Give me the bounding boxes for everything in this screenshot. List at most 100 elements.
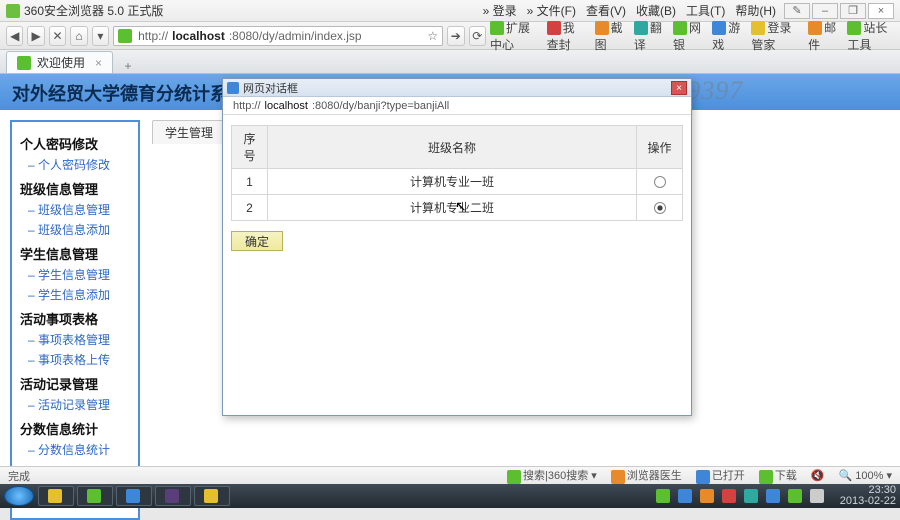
task-eclipse[interactable] xyxy=(155,486,191,506)
ie-icon xyxy=(126,489,140,503)
menu-tools[interactable]: 工具(T) xyxy=(686,2,725,19)
nav-toolbar: ◀ ▶ ✕ ⌂ ▾ http://localhost:8080/dy/admin… xyxy=(0,22,900,50)
sale-icon xyxy=(547,21,561,35)
th-classname: 班级名称 xyxy=(268,126,637,169)
cell-index: 1 xyxy=(232,169,268,195)
sidebar-item-student-add[interactable]: 学生信息添加 xyxy=(28,286,130,303)
go-button[interactable]: ➔ xyxy=(447,26,464,46)
task-folder[interactable] xyxy=(194,486,230,506)
sidebar-item-class-add[interactable]: 班级信息添加 xyxy=(28,221,130,238)
stop-button[interactable]: ✕ xyxy=(49,26,66,46)
ext-zhanzhang[interactable]: 站长工具 xyxy=(847,19,894,53)
ext-jietu[interactable]: 截图 xyxy=(595,19,624,53)
content-tab-student[interactable]: 学生管理 xyxy=(152,120,226,144)
clock-date: 2013-02-22 xyxy=(840,496,896,507)
tray-icon-3[interactable] xyxy=(700,489,714,503)
tab-strip: 欢迎使用 × + xyxy=(0,50,900,74)
tray-icon-6[interactable] xyxy=(766,489,780,503)
cell-index: 2 xyxy=(232,195,268,221)
eclipse-icon xyxy=(165,489,179,503)
close-button[interactable]: × xyxy=(868,3,894,19)
url-rest: :8080/dy/admin/index.jsp xyxy=(229,29,362,43)
dialog-url-prefix: http:// xyxy=(233,100,261,112)
system-tray: 23:30 2013-02-22 xyxy=(656,485,896,507)
sidebar-item-form-upload[interactable]: 事项表格上传 xyxy=(28,351,130,368)
sidebar-item-password-edit[interactable]: 个人密码修改 xyxy=(28,156,130,173)
ext-center[interactable]: 扩展中心 xyxy=(490,19,537,53)
ext-login[interactable]: 登录管家 xyxy=(751,19,798,53)
skin-button[interactable]: ✎ xyxy=(784,3,810,19)
menu-fav[interactable]: 收藏(B) xyxy=(636,2,676,19)
tray-icon-2[interactable] xyxy=(678,489,692,503)
menu-login[interactable]: » 登录 xyxy=(483,2,517,19)
clock[interactable]: 23:30 2013-02-22 xyxy=(840,485,896,507)
download-icon xyxy=(759,470,773,484)
tray-volume-icon[interactable] xyxy=(810,489,824,503)
task-ie[interactable] xyxy=(116,486,152,506)
back-button[interactable]: ◀ xyxy=(6,26,23,46)
ext-game[interactable]: 游戏 xyxy=(712,19,741,53)
status-open[interactable]: 已打开 xyxy=(696,467,745,483)
ext-sale[interactable]: 我查封 xyxy=(547,19,585,53)
game-icon xyxy=(712,21,726,35)
status-zoom[interactable]: 🔍 100% ▾ xyxy=(839,469,892,482)
sidebar-item-score-stat[interactable]: 分数信息统计 xyxy=(28,441,130,458)
tray-icon-4[interactable] xyxy=(722,489,736,503)
sidebar-group-class: 班级信息管理 xyxy=(20,179,130,198)
sidebar-item-record-manage[interactable]: 活动记录管理 xyxy=(28,396,130,413)
maximize-button[interactable]: ❐ xyxy=(840,3,866,19)
ok-button[interactable]: 确定 xyxy=(231,231,283,251)
ext-net[interactable]: 网银 xyxy=(673,19,702,53)
menu-help[interactable]: 帮助(H) xyxy=(735,2,776,19)
task-explorer[interactable] xyxy=(38,486,74,506)
browser-favicon xyxy=(6,4,20,18)
task-360[interactable] xyxy=(77,486,113,506)
tab-active[interactable]: 欢迎使用 × xyxy=(6,51,113,73)
sidebar-item-form-manage[interactable]: 事项表格管理 xyxy=(28,331,130,348)
menu-button[interactable]: ▾ xyxy=(92,26,109,46)
dialog-body: 序号 班级名称 操作 1计算机专业一班2计算机专业二班 确定 xyxy=(223,115,691,415)
tray-icon-1[interactable] xyxy=(656,489,670,503)
sidebar-item-student-manage[interactable]: 学生信息管理 xyxy=(28,266,130,283)
menu-file[interactable]: » 文件(F) xyxy=(527,2,576,19)
folder2-icon xyxy=(204,489,218,503)
folder-icon xyxy=(48,489,62,503)
dialog-titlebar[interactable]: 网页对话框 × xyxy=(223,79,691,97)
browser-icon xyxy=(87,489,101,503)
browser-menus: » 登录 » 文件(F) 查看(V) 收藏(B) 工具(T) 帮助(H) xyxy=(483,2,776,19)
ext-mail[interactable]: 邮件 xyxy=(808,19,837,53)
search-icon xyxy=(507,470,521,484)
home-button[interactable]: ⌂ xyxy=(70,26,87,46)
sidebar-item-class-manage[interactable]: 班级信息管理 xyxy=(28,201,130,218)
dialog-title: 网页对话框 xyxy=(243,80,298,96)
status-doctor[interactable]: 浏览器医生 xyxy=(611,467,682,483)
status-mute[interactable]: 🔇 xyxy=(811,469,825,482)
status-bar: 完成 搜索|360搜索 ▾ 浏览器医生 已打开 下载 🔇 🔍 100% ▾ xyxy=(0,466,900,484)
table-row: 2计算机专业二班 xyxy=(232,195,683,221)
status-download[interactable]: 下载 xyxy=(759,467,797,483)
mail-icon xyxy=(808,21,822,35)
seo-icon xyxy=(847,21,861,35)
minimize-button[interactable]: – xyxy=(812,3,838,19)
new-tab-button[interactable]: + xyxy=(119,59,137,73)
star-icon[interactable]: ☆ xyxy=(427,29,438,43)
sidebar-group-score: 分数信息统计 xyxy=(20,419,130,438)
ext-fanyi[interactable]: 翻译 xyxy=(634,19,663,53)
select-radio[interactable] xyxy=(654,202,666,214)
address-bar[interactable]: http://localhost:8080/dy/admin/index.jsp… xyxy=(113,26,443,46)
tray-icon-5[interactable] xyxy=(744,489,758,503)
tab-close-icon[interactable]: × xyxy=(95,56,102,70)
dialog-url-host: localhost xyxy=(265,100,308,112)
dialog-close-button[interactable]: × xyxy=(671,81,687,95)
start-button[interactable] xyxy=(4,486,34,506)
class-table: 序号 班级名称 操作 1计算机专业一班2计算机专业二班 xyxy=(231,125,683,221)
scissors-icon xyxy=(595,21,609,35)
forward-button[interactable]: ▶ xyxy=(27,26,44,46)
cell-operate xyxy=(637,169,683,195)
reload-button[interactable]: ⟳ xyxy=(469,26,486,46)
select-radio[interactable] xyxy=(654,176,666,188)
status-search[interactable]: 搜索|360搜索 ▾ xyxy=(507,467,597,483)
menu-view[interactable]: 查看(V) xyxy=(586,2,626,19)
tray-icon-7[interactable] xyxy=(788,489,802,503)
page-icon xyxy=(118,29,132,43)
